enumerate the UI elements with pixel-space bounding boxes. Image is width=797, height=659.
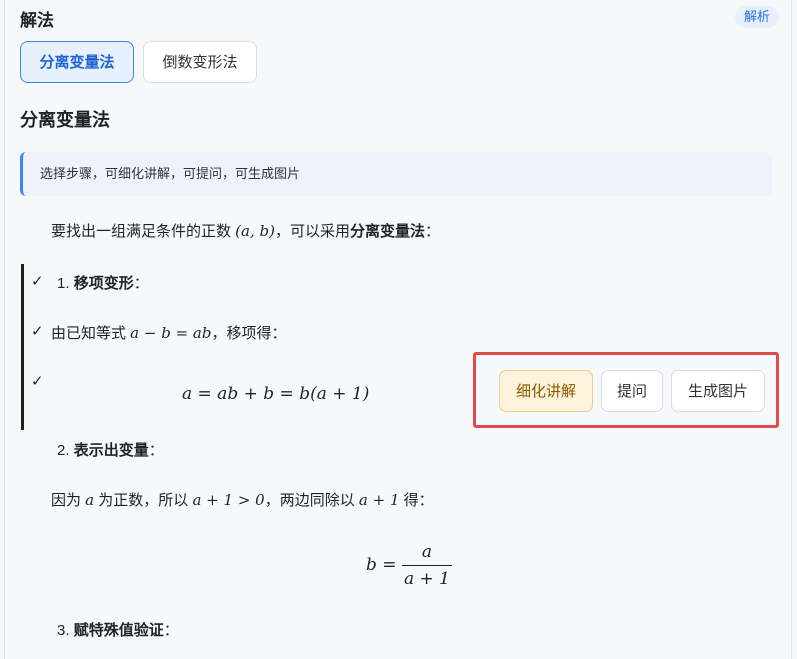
- step-2-heading[interactable]: 2. 表示出变量：: [57, 439, 164, 460]
- step-2-math-3: a + 1: [358, 491, 400, 509]
- ask-button[interactable]: 提问: [601, 370, 663, 412]
- step-3-colon: ：: [163, 622, 179, 639]
- intro-text-mid: ，可以采用: [274, 223, 350, 240]
- step-1-text[interactable]: 由已知等式 a − b = ab，移项得：: [51, 322, 287, 343]
- step-2-text[interactable]: 因为 a 为正数，所以 a + 1 > 0，两边同除以 a + 1 得：: [51, 489, 434, 510]
- step-2-eq-lhs: b =: [366, 555, 397, 575]
- tip-box: 选择步骤，可细化讲解，可提问，可生成图片: [20, 152, 772, 196]
- step-2-equation[interactable]: b = a a + 1: [366, 542, 452, 589]
- step-2-colon: ：: [148, 442, 164, 459]
- step-1-equation[interactable]: a = ab + b = b(a + 1): [182, 384, 369, 404]
- tab-separation-of-variables[interactable]: 分离变量法: [20, 41, 134, 83]
- step-1-text-pre: 由已知等式: [51, 325, 131, 342]
- step-2-math-2: a + 1 > 0: [192, 491, 265, 509]
- solution-header-title: 解法: [20, 11, 54, 30]
- step-1-colon: ：: [133, 275, 149, 292]
- step-2-text-4: 得：: [399, 492, 434, 509]
- step-2-text-1: 因为: [51, 492, 86, 509]
- step-2-text-3: ，两边同除以: [264, 492, 359, 509]
- selected-steps-bar: [21, 264, 24, 430]
- tab-reciprocal-transform[interactable]: 倒数变形法: [143, 41, 257, 83]
- generate-image-button[interactable]: 生成图片: [671, 370, 765, 412]
- step-2-fraction: a a + 1: [401, 542, 452, 589]
- analysis-badge[interactable]: 解析: [734, 6, 779, 28]
- step-1-heading[interactable]: 1. 移项变形：: [57, 272, 149, 293]
- step-1-text-post: ，移项得：: [211, 325, 287, 342]
- step-2-text-2: 为正数，所以: [94, 492, 193, 509]
- step-2-title: 表示出变量: [73, 442, 149, 459]
- explain-button[interactable]: 细化讲解: [499, 370, 593, 412]
- check-icon: ✓: [31, 273, 44, 290]
- intro-text-end: ：: [425, 223, 441, 240]
- step-3-heading[interactable]: 3. 赋特殊值验证：: [57, 619, 179, 640]
- step-3-title: 赋特殊值验证: [73, 622, 164, 639]
- intro-text: 要找出一组满足条件的正数: [51, 223, 236, 240]
- step-1-title: 移项变形: [73, 275, 134, 292]
- step-2-math-1: a: [85, 491, 95, 509]
- method-title: 分离变量法: [20, 110, 110, 130]
- fraction-numerator: a: [401, 542, 452, 566]
- step-1-number: 1.: [57, 275, 74, 292]
- step-3-number: 3.: [57, 622, 74, 639]
- intro-math: (a, b): [235, 222, 275, 240]
- fraction-denominator: a + 1: [403, 569, 450, 589]
- step-2-number: 2.: [57, 442, 74, 459]
- check-icon: ✓: [31, 323, 44, 340]
- intro-paragraph: 要找出一组满足条件的正数 (a, b)，可以采用分离变量法：: [51, 220, 440, 241]
- tip-text: 选择步骤，可细化讲解，可提问，可生成图片: [40, 166, 301, 181]
- step-1-math: a − b = ab: [130, 324, 212, 342]
- intro-bold: 分离变量法: [349, 223, 425, 240]
- check-icon: ✓: [31, 373, 44, 390]
